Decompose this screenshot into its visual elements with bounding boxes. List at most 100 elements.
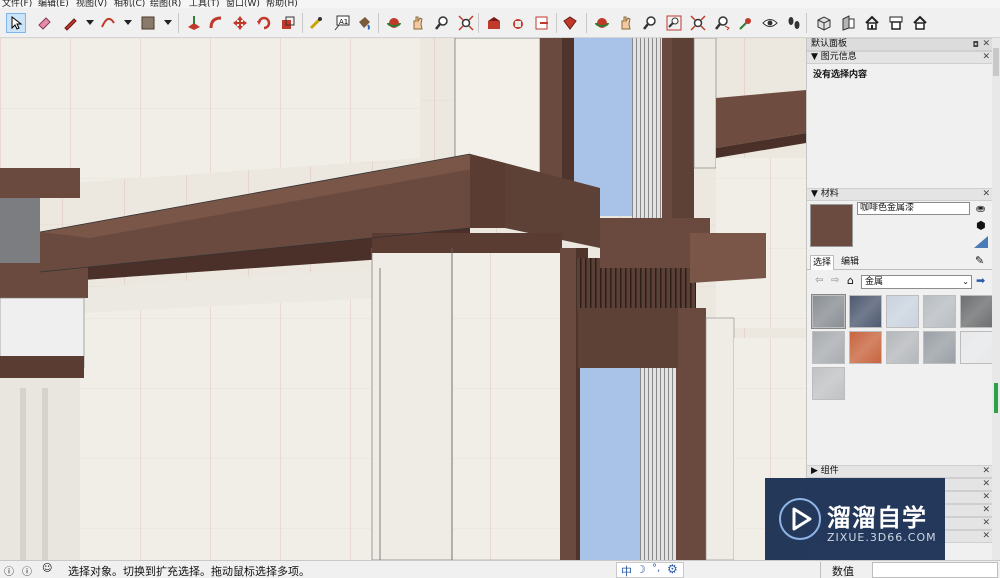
menu-file[interactable]: 文件(F): [2, 0, 32, 8]
material-preview-swatch[interactable]: [810, 204, 853, 247]
ime-toolbar[interactable]: 中 ☽ °, ⚙: [616, 562, 684, 578]
create-material-icon[interactable]: ⛂: [976, 202, 985, 215]
library-select[interactable]: 金属 ⌄: [861, 275, 972, 289]
menu-help[interactable]: 帮助(H): [266, 0, 298, 8]
select-icon[interactable]: [6, 13, 26, 33]
menu-view[interactable]: 视图(V): [76, 0, 107, 8]
menu-window[interactable]: 窗口(W): [226, 0, 260, 8]
back-arrow-icon[interactable]: ⇦: [815, 275, 823, 286]
walk-icon[interactable]: [784, 13, 804, 33]
look-around-icon[interactable]: [760, 13, 780, 33]
home-view-icon[interactable]: [910, 13, 930, 33]
close-icon[interactable]: ✕: [982, 52, 990, 63]
user-icon[interactable]: ☺: [42, 563, 52, 574]
orbit2-icon[interactable]: [592, 13, 612, 33]
settings-gear-icon[interactable]: ⚙: [667, 562, 678, 576]
tab-edit[interactable]: 编辑: [838, 255, 862, 270]
paint-bucket-icon[interactable]: [354, 13, 374, 33]
material-swatch[interactable]: [849, 295, 882, 328]
previous-view-icon[interactable]: [712, 13, 732, 33]
follow-me-icon[interactable]: [206, 13, 226, 33]
forward-arrow-icon[interactable]: ⇨: [831, 275, 839, 286]
close-icon[interactable]: ✕: [982, 492, 990, 503]
close-icon[interactable]: ✕: [982, 189, 990, 200]
info-icon[interactable]: ⓘ: [22, 563, 32, 578]
library-select-value: 金属: [865, 277, 884, 287]
pin-icon[interactable]: ◘: [973, 39, 979, 50]
arc-icon[interactable]: [98, 13, 118, 33]
menu-tools[interactable]: 工具(T): [189, 0, 220, 8]
close-icon[interactable]: ✕: [982, 479, 990, 490]
value-input[interactable]: [872, 562, 998, 578]
menu-camera[interactable]: 相机(C): [114, 0, 145, 8]
close-icon[interactable]: ✕: [982, 518, 990, 529]
entity-info-header[interactable]: ▼ 图元信息 ✕: [807, 51, 992, 64]
details-arrow-icon[interactable]: ➡: [976, 274, 985, 287]
close-icon[interactable]: ✕: [982, 531, 990, 542]
arc-dropdown-icon[interactable]: [118, 13, 138, 33]
right-view-icon[interactable]: [838, 13, 858, 33]
eyedropper-icon[interactable]: ✎: [975, 254, 984, 267]
home-icon[interactable]: ⌂: [847, 274, 854, 287]
ime-mode[interactable]: 中: [621, 563, 632, 578]
pencil-icon[interactable]: [60, 13, 80, 33]
material-swatch[interactable]: [812, 331, 845, 364]
menu-edit[interactable]: 编辑(E): [38, 0, 69, 8]
zoom2-icon[interactable]: [640, 13, 660, 33]
orbit-icon[interactable]: [384, 13, 404, 33]
front-view-icon[interactable]: [886, 13, 906, 33]
zoom-extents2-icon[interactable]: [688, 13, 708, 33]
right-scrollbar[interactable]: [992, 38, 1000, 560]
warehouse-icon[interactable]: [484, 13, 504, 33]
shape-icon[interactable]: [138, 13, 158, 33]
components-icon[interactable]: [508, 13, 528, 33]
send-to-layout-icon[interactable]: [532, 13, 552, 33]
close-icon[interactable]: ✕: [982, 39, 990, 50]
pencil-dropdown-icon[interactable]: [80, 13, 100, 33]
material-swatch[interactable]: [811, 294, 846, 329]
iso-view-icon[interactable]: [814, 13, 834, 33]
punctuation-icon[interactable]: °,: [652, 563, 660, 574]
zoom-window-icon[interactable]: [664, 13, 684, 33]
materials-header[interactable]: ▼ 材料 ✕: [807, 188, 992, 201]
tape-measure-icon[interactable]: [306, 13, 326, 33]
material-swatch[interactable]: [960, 331, 992, 364]
close-icon[interactable]: ✕: [982, 505, 990, 516]
tab-select[interactable]: 选择: [810, 255, 834, 270]
rotate-icon[interactable]: [254, 13, 274, 33]
half-width-icon[interactable]: ☽: [636, 563, 646, 576]
move-icon[interactable]: [230, 13, 250, 33]
material-swatch[interactable]: [886, 295, 919, 328]
material-swatch[interactable]: [886, 331, 919, 364]
material-swatch[interactable]: [923, 331, 956, 364]
status-bar: ⓘ ⓘ ☺ 选择对象。切换到扩充选择。拖动鼠标选择多项。 中 ☽ °, ⚙ 数值: [0, 560, 1000, 578]
pan-icon[interactable]: [408, 13, 428, 33]
geo-location-icon[interactable]: ⓘ: [4, 563, 14, 578]
position-camera-icon[interactable]: [736, 13, 756, 33]
text-icon[interactable]: A1: [332, 13, 352, 33]
components-header[interactable]: ▶ 组件 ✕: [807, 465, 992, 478]
material-swatch[interactable]: [960, 295, 992, 328]
scale-icon[interactable]: [278, 13, 298, 33]
material-swatch[interactable]: [923, 295, 956, 328]
zoom-extents-icon[interactable]: [456, 13, 476, 33]
close-icon[interactable]: ✕: [982, 466, 990, 477]
sample-paint-icon[interactable]: [974, 236, 988, 251]
material-name-field[interactable]: 咖啡色金属漆: [857, 202, 970, 215]
zoom-icon[interactable]: [432, 13, 452, 33]
push-pull-icon[interactable]: [184, 13, 204, 33]
shape-dropdown-icon[interactable]: [158, 13, 178, 33]
material-swatch[interactable]: [849, 331, 882, 364]
pan2-icon[interactable]: [616, 13, 636, 33]
chevron-down-icon: ⌄: [962, 277, 969, 286]
material-swatch[interactable]: [812, 367, 845, 400]
menu-draw[interactable]: 绘图(R): [150, 0, 181, 8]
default-material-icon[interactable]: ⬢: [976, 219, 986, 232]
top-view-icon[interactable]: [862, 13, 882, 33]
ruby-icon[interactable]: [560, 13, 580, 33]
eraser-icon[interactable]: [34, 13, 54, 33]
materials-tabs: [807, 254, 992, 270]
scrollbar-thumb[interactable]: [993, 48, 999, 76]
3d-viewport[interactable]: [0, 38, 806, 560]
entity-info-title: 图元信息: [820, 52, 857, 62]
